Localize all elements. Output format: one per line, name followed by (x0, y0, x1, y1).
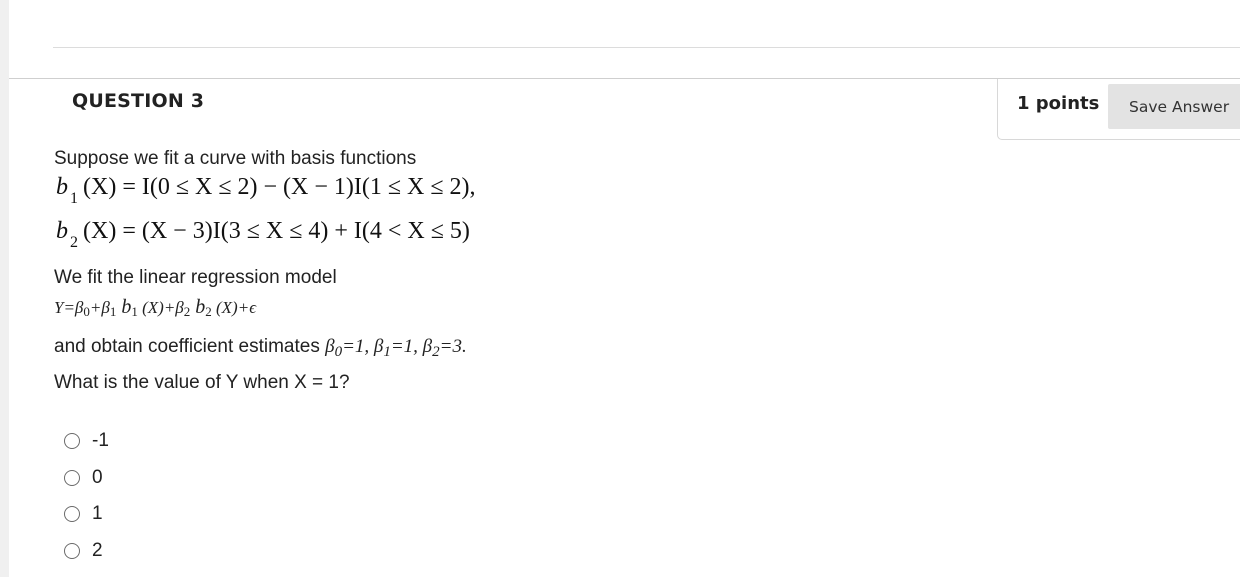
estimates-intro: and obtain coefficient estimates (54, 336, 326, 357)
regression-model: Y=β0+β1 b1 (X)+β2 b2 (X)+ϵ (54, 296, 256, 319)
answer-option[interactable]: 2 (64, 540, 103, 562)
answer-option-label: -1 (92, 430, 109, 451)
radio-button[interactable] (64, 506, 80, 522)
answer-option-label: 2 (92, 540, 103, 561)
beta-2-sub: 2 (432, 344, 440, 360)
basis-2-name: b (56, 218, 68, 244)
radio-button[interactable] (64, 543, 80, 559)
basis-function-1: b 1 (X) = I(0 ≤ X ≤ 2) − (X − 1)I(1 ≤ X ≤ … (56, 174, 476, 207)
question-intro: Suppose we fit a curve with basis functi… (54, 148, 417, 169)
model-mid: (X)+β (137, 298, 184, 317)
model-plus-1: +β (89, 298, 110, 317)
beta-2-value: =3. (439, 336, 467, 357)
model-sub-2: 2 (183, 304, 191, 319)
model-sub-1: 1 (109, 304, 117, 319)
answer-option-label: 1 (92, 503, 103, 524)
model-sub-0: 0 (83, 304, 90, 319)
model-end: (X)+ϵ (211, 298, 257, 317)
basis-1-subscript: 1 (70, 190, 78, 207)
question-title: QUESTION 3 (72, 90, 205, 112)
beta-1: =1, β (342, 336, 384, 357)
basis-function-2: b 2 (X) = (X − 3)I(3 ≤ X ≤ 4) + I(4 < X ≤ … (56, 218, 470, 251)
beta-1-sub: 1 (383, 344, 391, 360)
question-prompt: What is the value of Y when X = 1? (54, 372, 350, 393)
estimates-values: β0=1, β1=1, β2=3. (325, 336, 467, 360)
beta-0: β (325, 336, 335, 357)
basis-2-subscript: 2 (70, 234, 78, 251)
points-label: 1 points (1017, 93, 1100, 114)
model-intro: We fit the linear regression model (54, 267, 337, 288)
answer-option-label: 0 (92, 467, 103, 488)
top-divider (53, 47, 1240, 48)
beta-2: =1, β (390, 336, 433, 357)
model-b2: b (190, 296, 206, 318)
beta-0-sub: 0 (334, 344, 343, 360)
model-b2-sub: 2 (205, 304, 212, 319)
answer-option[interactable]: -1 (64, 430, 109, 452)
estimates-line: and obtain coefficient estimates β0=1, β… (54, 336, 467, 360)
left-gutter (0, 0, 9, 577)
basis-1-definition: (X) = I(0 ≤ X ≤ 2) − (X − 1)I(1 ≤ X ≤ 2)… (83, 174, 476, 200)
answer-option[interactable]: 1 (64, 503, 103, 525)
answer-option[interactable]: 0 (64, 467, 103, 489)
radio-button[interactable] (64, 470, 80, 486)
model-y: Y=β (54, 298, 84, 317)
save-answer-button[interactable]: Save Answer (1108, 84, 1240, 129)
model-b1: b (116, 296, 132, 318)
radio-button[interactable] (64, 433, 80, 449)
basis-2-definition: (X) = (X − 3)I(3 ≤ X ≤ 4) + I(4 < X ≤ 5) (83, 218, 470, 244)
model-b1-sub: 1 (131, 304, 138, 319)
basis-1-name: b (56, 174, 68, 200)
